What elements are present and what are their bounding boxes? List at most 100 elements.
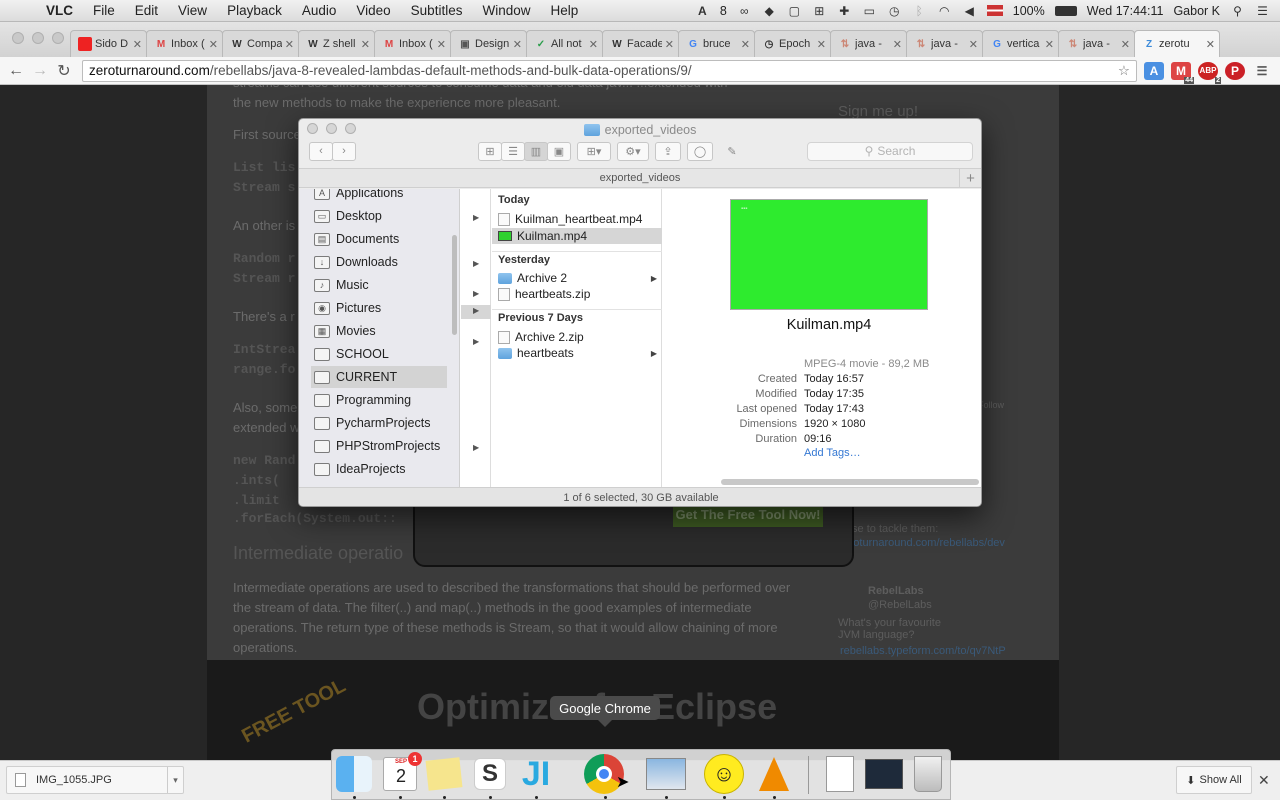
translate-icon[interactable]: A — [1144, 61, 1164, 80]
volume-icon[interactable]: ◀ — [962, 4, 977, 18]
clock[interactable]: Wed 17:44:11 — [1087, 4, 1164, 18]
sidebar-item-music[interactable]: ♪ Music — [311, 274, 447, 296]
tab-active[interactable]: Zzerotu ✕ — [1134, 30, 1220, 57]
tab-close-icon[interactable]: ✕ — [513, 38, 522, 51]
sidebar-item-phpstromprojects[interactable]: PHPStromProjects — [311, 435, 447, 457]
grid-icon[interactable]: ⊞ — [812, 4, 827, 18]
tab-close-icon[interactable]: ✕ — [1045, 38, 1054, 51]
menu-audio[interactable]: Audio — [292, 3, 347, 18]
menu-window[interactable]: Window — [472, 3, 540, 18]
file-row[interactable]: Kuilman_heartbeat.mp4 — [492, 211, 662, 227]
zoom-window-button[interactable] — [52, 32, 64, 44]
airplay-icon[interactable]: ▭ — [862, 4, 877, 18]
browser-tab[interactable]: Gbruce ✕ — [678, 30, 755, 57]
tab-close-icon[interactable]: ✕ — [1121, 38, 1130, 51]
browser-tab[interactable]: M Inbox (✕ — [374, 30, 451, 57]
time-machine-icon[interactable]: ◷ — [887, 4, 902, 18]
icon-view-icon[interactable]: ⊞ — [478, 141, 502, 161]
stickies-icon[interactable] — [422, 752, 466, 796]
adblock-icon[interactable]: ABP 2 — [1198, 61, 1221, 84]
tab-close-icon[interactable]: ✕ — [361, 38, 370, 51]
browser-tab[interactable]: ⇅ java - ✕ — [830, 30, 907, 57]
emoji-app-icon[interactable]: ☺ — [702, 752, 746, 796]
pinterest-icon[interactable]: P — [1225, 61, 1245, 80]
tweet-link[interactable]: rebellabs.typeform.com/to/qv7NtP — [840, 645, 1010, 657]
wifi-icon[interactable]: ◠ — [937, 4, 952, 18]
file-row[interactable]: Archive 2.zip — [492, 329, 662, 345]
sidebar-item-documents[interactable]: ▤ Documents — [311, 228, 447, 250]
sidebar-scrollbar[interactable] — [452, 235, 457, 335]
tab-close-icon[interactable]: ✕ — [893, 38, 902, 51]
sidebar-item-downloads[interactable]: ↓ Downloads — [311, 251, 447, 273]
edit-icon[interactable]: ✎ — [719, 142, 745, 161]
tab-close-icon[interactable]: ✕ — [285, 38, 294, 51]
close-window-button[interactable] — [12, 32, 24, 44]
sidebar-item-pycharmprojects[interactable]: PycharmProjects — [311, 412, 447, 434]
spotlight-icon[interactable]: ⚲ — [1230, 4, 1245, 18]
back-button[interactable]: ‹ — [309, 141, 333, 161]
reload-icon[interactable]: ↻ — [52, 61, 76, 81]
bluetooth-icon[interactable]: ᛒ — [912, 4, 927, 18]
menu-video[interactable]: Video — [346, 3, 400, 18]
user-name[interactable]: Gabor K — [1173, 4, 1220, 18]
finder-icon[interactable] — [332, 752, 376, 796]
sidebar-item-applications[interactable]: A Applications — [311, 189, 447, 204]
vlc-icon[interactable] — [752, 752, 796, 796]
tab-close-icon[interactable]: ✕ — [665, 38, 674, 51]
tab-close-icon[interactable]: ✕ — [969, 38, 978, 51]
sidebar-item-desktop[interactable]: ▭ Desktop — [311, 205, 447, 227]
intellij-icon[interactable]: JI — [514, 752, 558, 796]
address-bar[interactable]: zeroturnaround.com/rebellabs/java-8-reve… — [82, 59, 1137, 82]
browser-tab[interactable]: W Facade ✕ — [602, 30, 679, 57]
share-icon[interactable]: ⇪ — [655, 141, 681, 161]
action-gear-icon[interactable]: ⚙▾ — [617, 141, 649, 161]
gmail-icon[interactable]: M 44 — [1171, 61, 1194, 84]
document-stack-icon[interactable] — [818, 752, 862, 796]
evernote-icon[interactable]: ▢ — [787, 4, 802, 18]
tag-icon[interactable]: ◯ — [687, 141, 713, 161]
download-menu-icon[interactable]: ▾ — [167, 767, 183, 793]
slack-icon[interactable]: S — [468, 752, 512, 796]
preview-app-icon[interactable] — [644, 752, 688, 796]
back-icon[interactable]: ← — [4, 62, 28, 80]
battery-icon[interactable] — [1054, 5, 1077, 16]
menu-edit[interactable]: Edit — [125, 3, 168, 18]
tab-close-icon[interactable]: ✕ — [437, 38, 446, 51]
browser-tab[interactable]: W Compa ✕ — [222, 30, 299, 57]
tab-close-icon[interactable]: ✕ — [1206, 38, 1215, 51]
sidebar-item-programming[interactable]: Programming — [311, 389, 447, 411]
tab-close-icon[interactable]: ✕ — [589, 38, 598, 51]
folder-row[interactable]: Archive 2 ▶ — [492, 270, 662, 286]
show-all-button[interactable]: ⬇ Show All — [1176, 766, 1252, 794]
browser-tab[interactable]: Sido D ✕ — [70, 30, 147, 57]
cover-flow-icon[interactable]: ▣ — [547, 141, 571, 161]
sidebar-item-movies[interactable]: ▦ Movies — [311, 320, 447, 342]
horizontal-scrollbar[interactable] — [721, 479, 979, 485]
glasses-icon[interactable]: ∞ — [737, 4, 752, 18]
folder-row[interactable]: heartbeats ▶ — [492, 345, 662, 361]
close-downloads-icon[interactable]: ✕ — [1258, 772, 1270, 789]
list-view-icon[interactable]: ☰ — [501, 141, 525, 161]
browser-tab[interactable]: ⇅ java - ✕ — [906, 30, 983, 57]
arrange-menu-icon[interactable]: ⊞▾ — [577, 141, 611, 161]
browser-tab[interactable]: ◷ Epoch ✕ — [754, 30, 831, 57]
browser-tab[interactable]: ⇅ java - ✕ — [1058, 30, 1135, 57]
video-thumbnail[interactable]: ▪▪▪ — [730, 199, 928, 310]
menu-playback[interactable]: Playback — [217, 3, 292, 18]
menu-app-name[interactable]: VLC — [36, 3, 83, 18]
chrome-menu-icon[interactable]: ☰ — [1252, 62, 1272, 80]
sidebar-item-school[interactable]: SCHOOL — [311, 343, 447, 365]
sidebar-item-current[interactable]: CURRENT — [311, 366, 447, 388]
us-flag-icon[interactable] — [986, 5, 1003, 16]
finder-close-button[interactable] — [307, 123, 318, 134]
minimize-window-button[interactable] — [32, 32, 44, 44]
sidebar-item-ideaprojects[interactable]: IdeaProjects — [311, 458, 447, 480]
menu-file[interactable]: File — [83, 3, 125, 18]
column-view-icon[interactable]: ▥ — [524, 141, 548, 161]
browser-tab[interactable]: Gvertica ✕ — [982, 30, 1059, 57]
browser-tab[interactable]: ✓ All not ✕ — [526, 30, 603, 57]
screenshot-stack-icon[interactable] — [862, 752, 906, 796]
forward-icon[interactable]: → — [28, 62, 52, 80]
plus-icon[interactable]: ✚ — [837, 4, 852, 18]
dropbox-icon[interactable]: ◆ — [762, 4, 777, 18]
